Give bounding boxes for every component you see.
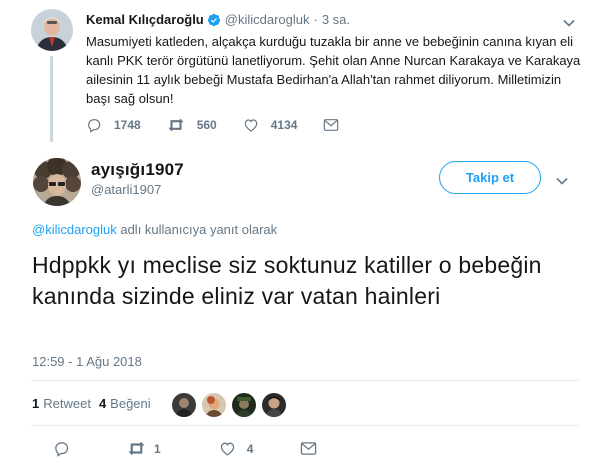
replying-to-line: @kilicdarogluk adlı kullanıcıya yanıt ol… (32, 222, 277, 237)
reply-like-button[interactable]: 4 (219, 440, 254, 457)
liker-avatar[interactable] (262, 393, 286, 417)
parent-reply-count: 1748 (114, 118, 141, 132)
liker-avatars (172, 393, 292, 417)
parent-author-handle[interactable]: @kilicdarogluk (225, 12, 310, 27)
replying-to-suffix: adlı kullanıcıya yanıt olarak (116, 222, 278, 237)
reply-retweet-count: 1 (154, 441, 161, 456)
retweet-stat[interactable]: 1 Retweet (32, 396, 91, 411)
reply-icon (88, 119, 101, 133)
retweet-icon (128, 441, 145, 456)
retweet-stat-count: 1 (32, 396, 40, 411)
retweet-stat-label: Retweet (43, 396, 91, 411)
reply-retweet-button[interactable]: 1 (127, 440, 161, 457)
engagement-stats: 1 Retweet 4 Beğeni (32, 396, 159, 411)
liker-avatar[interactable] (232, 393, 256, 417)
reply-dm-button[interactable] (300, 441, 317, 456)
parent-author-name[interactable]: Kemal Kılıçdaroğlu (86, 12, 204, 27)
header-separator: · (313, 12, 318, 27)
parent-retweet-count: 560 (196, 118, 217, 132)
parent-tweet-text: Masumiyeti katleden, alçakça kurduğu tuz… (86, 34, 581, 106)
like-stat-label: Beğeni (110, 396, 151, 411)
thread-line (50, 56, 53, 142)
reply-icon (55, 442, 69, 457)
reply-more-chevron-down-icon[interactable] (556, 172, 568, 190)
parent-tweet-header: Kemal Kılıçdaroğlu @kilicdarogluk · 3 sa… (86, 12, 350, 27)
retweet-icon (168, 118, 184, 132)
liker-avatar[interactable] (172, 393, 196, 417)
parent-tweet-time[interactable]: 3 sa. (322, 12, 350, 27)
parent-tweet: Kemal Kılıçdaroğlu @kilicdarogluk · 3 sa… (0, 0, 600, 150)
heart-icon (244, 119, 258, 132)
reply-author-avatar[interactable] (33, 158, 81, 206)
divider (31, 425, 579, 426)
like-stat[interactable]: 4 Beğeni (99, 396, 151, 411)
parent-more-chevron-down-icon[interactable] (563, 14, 575, 32)
follow-button[interactable]: Takip et (439, 161, 541, 194)
reply-tweet-text: Hdppkk yı meclise siz soktunuz katiller … (32, 252, 542, 309)
like-stat-count: 4 (98, 396, 107, 411)
replying-to-mention[interactable]: @kilicdarogluk (32, 222, 117, 237)
parent-author-avatar[interactable] (31, 9, 73, 51)
divider (31, 380, 579, 381)
reply-reply-button[interactable] (53, 440, 70, 457)
envelope-icon (301, 442, 317, 455)
heart-icon (220, 442, 234, 456)
parent-dm-button[interactable] (323, 118, 351, 132)
parent-reply-button[interactable]: 1748 (86, 117, 141, 133)
verified-badge-icon (207, 13, 221, 27)
parent-like-count: 4134 (270, 118, 298, 132)
parent-like-button[interactable]: 4134 (243, 117, 298, 133)
parent-retweet-button[interactable]: 560 (167, 117, 217, 133)
reply-author-handle[interactable]: @atarli1907 (91, 182, 161, 197)
envelope-icon (324, 119, 339, 131)
liker-avatar[interactable] (202, 393, 226, 417)
reply-like-count: 4 (246, 441, 254, 456)
reply-author-name[interactable]: ayışığı1907 (91, 160, 184, 180)
reply-timestamp[interactable]: 12:59 - 1 Ağu 2018 (32, 354, 142, 369)
parent-tweet-actions: 1748 560 4134 (86, 117, 377, 133)
reply-tweet-actions: 1 4 (32, 440, 317, 457)
